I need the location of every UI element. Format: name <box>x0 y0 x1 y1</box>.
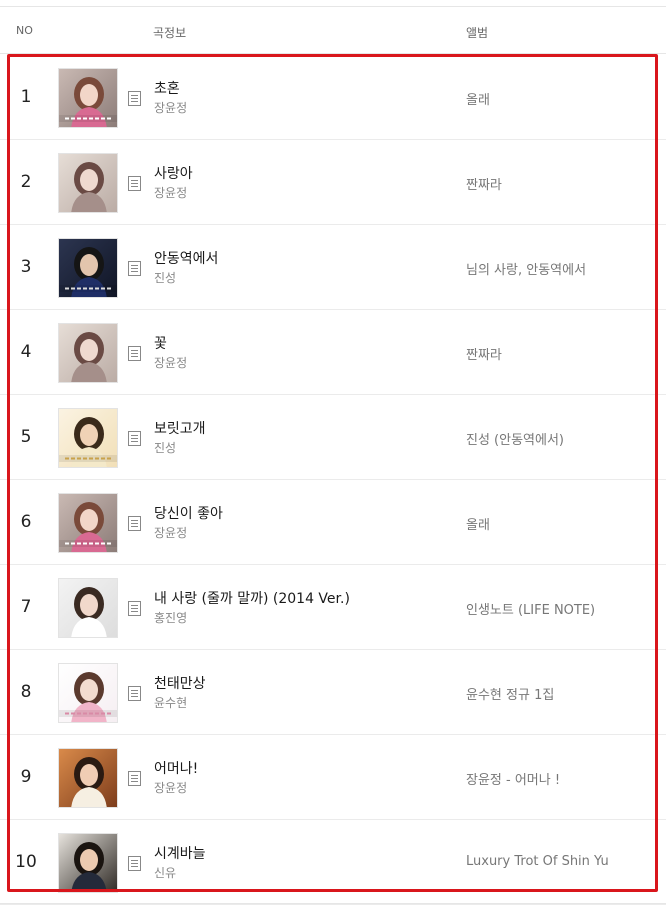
album-art-thumbnail[interactable] <box>58 748 118 808</box>
song-album[interactable]: 올래 <box>466 514 490 533</box>
song-list: 1 초혼 장윤정 올래 2 사랑아 장윤정 짠짜라 3 안동역에서 진성 님의 … <box>0 55 666 905</box>
song-row[interactable]: 8 천태만상 윤수현 윤수현 정규 1집 <box>0 650 666 735</box>
song-artist[interactable]: 윤수현 <box>154 694 187 711</box>
song-rank: 2 <box>20 172 32 192</box>
lyrics-icon[interactable] <box>128 601 141 616</box>
song-title[interactable]: 내 사랑 (줄까 말까) (2014 Ver.) <box>154 588 350 608</box>
lyrics-icon[interactable] <box>128 346 141 361</box>
song-album[interactable]: 짠짜라 <box>466 344 502 363</box>
song-rank: 10 <box>15 852 37 872</box>
header-song-info: 곡정보 <box>153 26 187 40</box>
song-album[interactable]: 님의 사랑, 안동역에서 <box>466 259 586 278</box>
song-title[interactable]: 안동역에서 <box>154 248 218 268</box>
song-artist[interactable]: 홍진영 <box>154 609 187 626</box>
song-album[interactable]: 짠짜라 <box>466 174 502 193</box>
song-title[interactable]: 시계바늘 <box>154 843 206 863</box>
song-title[interactable]: 보릿고개 <box>154 418 206 438</box>
song-row[interactable]: 5 보릿고개 진성 진성 (안동역에서) <box>0 395 666 480</box>
song-title[interactable]: 사랑아 <box>154 163 193 183</box>
album-art-thumbnail[interactable] <box>58 663 118 723</box>
header-no: NO <box>16 24 33 37</box>
song-row[interactable]: 4 꽃 장윤정 짠짜라 <box>0 310 666 395</box>
song-artist[interactable]: 장윤정 <box>154 184 187 201</box>
song-row[interactable]: 9 어머나! 장윤정 장윤정 - 어머나 ! <box>0 735 666 820</box>
album-art-thumbnail[interactable] <box>58 833 118 893</box>
song-rank: 9 <box>20 767 32 787</box>
song-title[interactable]: 당신이 좋아 <box>154 503 223 523</box>
song-artist[interactable]: 신유 <box>154 864 176 881</box>
lyrics-icon[interactable] <box>128 771 141 786</box>
song-rank: 5 <box>20 427 32 447</box>
album-art-thumbnail[interactable] <box>58 493 118 553</box>
song-title[interactable]: 천태만상 <box>154 673 206 693</box>
album-art-thumbnail[interactable] <box>58 153 118 213</box>
song-rank: 3 <box>20 257 32 277</box>
song-row[interactable]: 7 내 사랑 (줄까 말까) (2014 Ver.) 홍진영 인생노트 (LIF… <box>0 565 666 650</box>
song-rank: 6 <box>20 512 32 532</box>
album-art-thumbnail[interactable] <box>58 238 118 298</box>
song-artist[interactable]: 장윤정 <box>154 99 187 116</box>
song-album[interactable]: Luxury Trot Of Shin Yu <box>466 854 609 869</box>
album-art-thumbnail[interactable] <box>58 408 118 468</box>
lyrics-icon[interactable] <box>128 176 141 191</box>
bottom-divider <box>0 903 666 904</box>
song-album[interactable]: 윤수현 정규 1집 <box>466 684 554 703</box>
song-row[interactable]: 10 시계바늘 신유 Luxury Trot Of Shin Yu <box>0 820 666 905</box>
song-title[interactable]: 어머나! <box>154 758 198 778</box>
song-artist[interactable]: 장윤정 <box>154 354 187 371</box>
song-rank: 8 <box>20 682 32 702</box>
lyrics-icon[interactable] <box>128 686 141 701</box>
song-artist[interactable]: 장윤정 <box>154 779 187 796</box>
album-art-thumbnail[interactable] <box>58 323 118 383</box>
song-rank: 7 <box>20 597 32 617</box>
lyrics-icon[interactable] <box>128 516 141 531</box>
lyrics-icon[interactable] <box>128 91 141 106</box>
song-row[interactable]: 2 사랑아 장윤정 짠짜라 <box>0 140 666 225</box>
lyrics-icon[interactable] <box>128 856 141 871</box>
song-title[interactable]: 초혼 <box>154 78 180 98</box>
song-row[interactable]: 3 안동역에서 진성 님의 사랑, 안동역에서 <box>0 225 666 310</box>
song-row[interactable]: 6 당신이 좋아 장윤정 올래 <box>0 480 666 565</box>
song-artist[interactable]: 진성 <box>154 269 176 286</box>
song-album[interactable]: 인생노트 (LIFE NOTE) <box>466 599 595 618</box>
song-album[interactable]: 진성 (안동역에서) <box>466 429 564 448</box>
list-header: NO 곡정보 앨범 <box>0 7 666 54</box>
song-artist[interactable]: 장윤정 <box>154 524 187 541</box>
song-album[interactable]: 올래 <box>466 89 490 108</box>
lyrics-icon[interactable] <box>128 431 141 446</box>
lyrics-icon[interactable] <box>128 261 141 276</box>
song-artist[interactable]: 진성 <box>154 439 176 456</box>
album-art-thumbnail[interactable] <box>58 578 118 638</box>
album-art-thumbnail[interactable] <box>58 68 118 128</box>
song-album[interactable]: 장윤정 - 어머나 ! <box>466 769 560 788</box>
song-rank: 4 <box>20 342 32 362</box>
song-title[interactable]: 꽃 <box>154 333 167 353</box>
song-rank: 1 <box>20 87 32 107</box>
song-row[interactable]: 1 초혼 장윤정 올래 <box>0 55 666 140</box>
header-album: 앨범 <box>466 26 489 40</box>
